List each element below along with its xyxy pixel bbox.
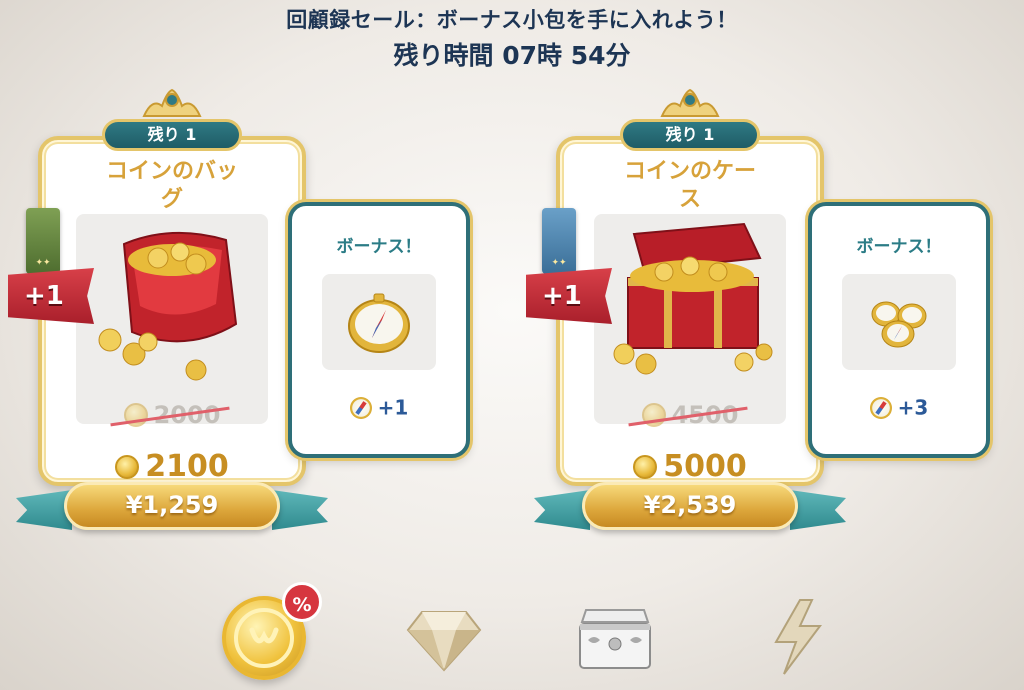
bonus-title: ボーナス！ (856, 237, 942, 257)
bonus-image-box (322, 274, 436, 370)
category-tab-bar: % (0, 580, 1024, 690)
blue-card-tag-icon: ✦✦ (542, 208, 576, 274)
green-card-tag-icon: ✦✦ (26, 208, 60, 274)
lightning-icon (774, 599, 822, 675)
coin-icon (115, 454, 140, 479)
crown-ornament-icon (660, 88, 720, 117)
sale-timer: 残り時間 07時 54分 (393, 41, 631, 70)
bonus-card-2: ボーナス！ +3 (808, 202, 990, 458)
coin-amount: 5000 (600, 448, 780, 484)
offer-name: コインのバッ グ (58, 158, 286, 214)
ribbon-right (790, 490, 846, 530)
ribbon-right (272, 490, 328, 530)
tab-chests[interactable] (574, 600, 656, 674)
sale-badge: % (282, 582, 322, 622)
compass-icon (348, 293, 410, 353)
tab-gems[interactable] (406, 604, 482, 674)
tab-energy[interactable] (770, 598, 826, 676)
chest-icon (579, 609, 651, 669)
bonus-value: +3 (812, 394, 986, 420)
compass-stack-icon (871, 301, 927, 348)
plus-one-ribbon: +1 (526, 268, 612, 324)
gem-icon (406, 611, 482, 672)
compass-icon (869, 396, 892, 419)
crown-ornament-icon (142, 88, 202, 117)
price-button[interactable]: ¥2,539 (582, 482, 798, 530)
original-coin-amount: 2000 (82, 400, 262, 429)
coin-icon (633, 454, 658, 479)
coin-chest-icon (613, 222, 773, 375)
header: 回顧録セール：ボーナス小包を手に入れよう！ 残り時間 07時 54分 (0, 4, 1024, 72)
price-button[interactable]: ¥1,259 (64, 482, 280, 530)
offer-name-line1: コインのケー (623, 159, 756, 184)
offer-name-line1: コインのバッ (105, 159, 238, 184)
offer-card-coin-bag[interactable]: 残り 1 コインのバッ グ 2000 2100 ¥1,259 ✦✦ +1 (8, 88, 328, 530)
coin-bag-icon (98, 231, 238, 381)
offer-name-line2: ス (678, 187, 701, 212)
item-image-box (594, 214, 786, 424)
offer-name-line2: グ (160, 187, 183, 212)
sale-title: 回顧録セール：ボーナス小包を手に入れよう！ (286, 8, 738, 32)
bonus-card-1: ボーナス！ +1 (288, 202, 470, 458)
bonus-title: ボーナス！ (336, 237, 422, 257)
remaining-badge: 残り 1 (620, 119, 760, 151)
plus-one-ribbon: +1 (8, 268, 94, 324)
bonus-value: +1 (292, 394, 466, 420)
tab-coin-sale[interactable]: % (222, 582, 322, 680)
remaining-badge: 残り 1 (102, 119, 242, 151)
offer-name: コインのケー ス (576, 158, 804, 214)
offer-card-coin-chest[interactable]: 残り 1 コインのケー ス 4500 5000 ¥2,539 ✦✦ (526, 88, 846, 530)
item-image-box (76, 214, 268, 424)
compass-icon (349, 396, 372, 419)
coin-amount: 2100 (82, 448, 262, 484)
original-coin-amount: 4500 (600, 400, 780, 429)
bonus-image-box (842, 274, 956, 370)
